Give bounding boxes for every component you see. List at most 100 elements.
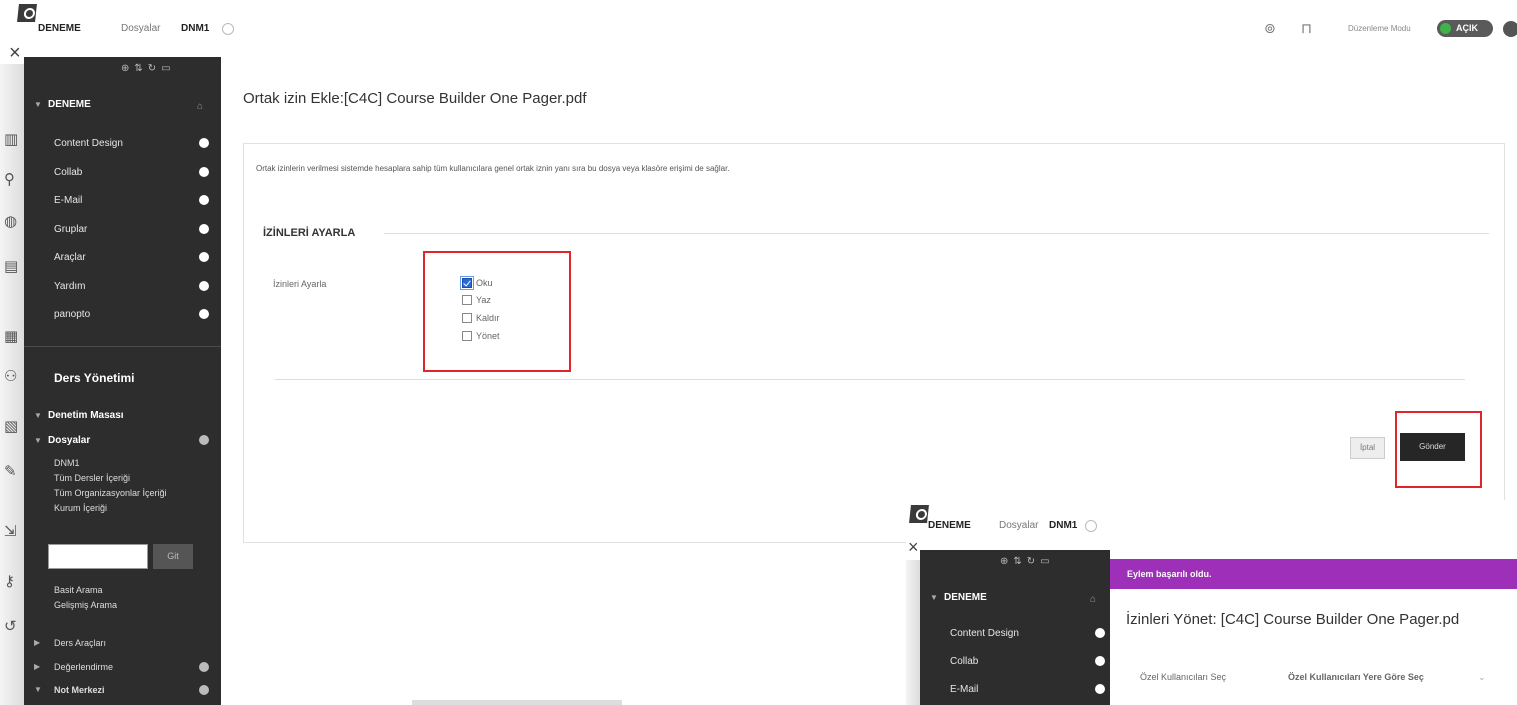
notes-icon[interactable]: ▧ xyxy=(4,419,18,435)
visibility-dot-icon[interactable] xyxy=(199,167,209,177)
visibility-dot-icon[interactable] xyxy=(199,252,209,262)
advanced-search-link[interactable]: Gelişmiş Arama xyxy=(54,600,117,610)
user-icon[interactable]: ⚇ xyxy=(4,369,17,385)
collapse-icon: ▼ xyxy=(930,593,938,602)
visibility-dot-icon[interactable] xyxy=(199,281,209,291)
breadcrumb-options-icon[interactable] xyxy=(1085,520,1097,532)
inset-sidebar-item-content-design[interactable]: Content Design xyxy=(950,628,1019,639)
help-icon[interactable] xyxy=(1503,21,1517,37)
visibility-dot-icon[interactable] xyxy=(1095,628,1105,638)
visibility-dot-icon[interactable] xyxy=(199,195,209,205)
left-icon-strip: ▥ ⚲ ◍ ▤ ▦ ⚇ ▧ ✎ ⇲ ⚷ ↺ xyxy=(0,64,24,705)
options-dot-icon[interactable] xyxy=(199,435,209,445)
sidebar-tools-icon[interactable]: ⊕⇅↻▭ xyxy=(1000,556,1055,567)
inset-sidebar-course[interactable]: ▼ DENEME xyxy=(930,592,987,603)
control-panel-label: Denetim Masası xyxy=(48,410,124,421)
form-divider xyxy=(275,379,1465,380)
sidebar-evaluation[interactable]: ▶ Değerlendirme xyxy=(34,662,114,672)
key-icon[interactable]: ⚷ xyxy=(4,574,15,590)
options-dot-icon[interactable] xyxy=(199,685,209,695)
inset-result-screenshot: DENEME Dosyalar DNM1 × ⊕⇅↻▭ ▼ DENEME ⌂ Co… xyxy=(906,500,1517,705)
visibility-dot-icon[interactable] xyxy=(199,138,209,148)
sidebar-course-header[interactable]: ▼ DENEME xyxy=(34,99,91,110)
edit-mode-toggle[interactable]: AÇIK xyxy=(1437,20,1493,37)
home-icon[interactable]: ⌂ xyxy=(197,101,203,112)
sidebar-course-tools[interactable]: ▶ Ders Araçları xyxy=(34,638,106,648)
inset-sidebar-course-title: DENEME xyxy=(944,592,987,603)
files-label: Dosyalar xyxy=(48,435,91,446)
home-icon[interactable]: ⌂ xyxy=(1090,594,1096,605)
edit-icon[interactable]: ✎ xyxy=(4,464,17,480)
section-title: İZİNLERİ AYARLA xyxy=(263,227,356,239)
course-sidebar: ⊕⇅↻▭ ▼ DENEME ⌂ Content Design Collab E-M… xyxy=(24,57,221,705)
success-banner: Eylem başarılı oldu. xyxy=(1110,559,1517,589)
visibility-dot-icon[interactable] xyxy=(1095,656,1105,666)
basic-search-link[interactable]: Basit Arama xyxy=(54,585,103,595)
inset-breadcrumb-files[interactable]: Dosyalar xyxy=(999,520,1038,531)
inset-icon-strip xyxy=(906,560,920,705)
inset-sidebar-item-collab[interactable]: Collab xyxy=(950,656,978,667)
inset-breadcrumb-course[interactable]: DENEME xyxy=(928,520,971,531)
sidebar-item-help[interactable]: Yardım xyxy=(54,281,86,292)
visibility-dot-icon[interactable] xyxy=(1095,684,1105,694)
breadcrumb-files[interactable]: Dosyalar xyxy=(121,23,160,34)
files-sub-dnm1[interactable]: DNM1 xyxy=(54,458,80,468)
breadcrumb-options-icon[interactable] xyxy=(222,23,234,35)
sidebar-control-panel[interactable]: ▼ Denetim Masası xyxy=(34,410,124,421)
breadcrumb-course[interactable]: DENEME xyxy=(38,23,81,34)
calendar-icon[interactable]: ▦ xyxy=(4,329,18,345)
visibility-dot-icon[interactable] xyxy=(199,309,209,319)
document-icon[interactable]: ▤ xyxy=(4,259,18,275)
sidebar-item-groups[interactable]: Gruplar xyxy=(54,224,87,235)
sidebar-item-email[interactable]: E-Mail xyxy=(54,195,82,206)
sidebar-course-title: DENEME xyxy=(48,99,91,110)
collapse-icon: ▼ xyxy=(34,411,42,420)
close-icon[interactable]: × xyxy=(908,538,919,556)
chevron-down-icon[interactable]: ⌄ xyxy=(1478,672,1486,683)
collapse-icon: ▼ xyxy=(34,685,42,694)
cancel-button[interactable]: İptal xyxy=(1350,437,1385,459)
permissions-description: Ortak izinlerin verilmesi sistemde hesap… xyxy=(256,164,730,173)
collapse-icon: ▼ xyxy=(34,100,42,109)
expand-icon: ▶ xyxy=(34,638,41,647)
inset-breadcrumb-current: DNM1 xyxy=(1049,520,1078,531)
lock-icon[interactable]: ⊓ xyxy=(1301,20,1312,37)
files-sub-all-courses[interactable]: Tüm Dersler İçeriği xyxy=(54,473,130,483)
files-sub-all-orgs[interactable]: Tüm Organizasyonlar İçeriği xyxy=(54,488,167,498)
evaluation-label: Değerlendirme xyxy=(54,662,114,672)
student-preview-icon[interactable]: ⊚ xyxy=(1264,20,1276,37)
tab-select-users-by-role[interactable]: Özel Kullanıcıları Yere Göre Seç xyxy=(1288,672,1424,682)
section-divider xyxy=(384,233,1489,234)
options-dot-icon[interactable] xyxy=(199,662,209,672)
visibility-dot-icon[interactable] xyxy=(199,224,209,234)
horizontal-scrollbar[interactable] xyxy=(412,700,622,705)
history-icon[interactable]: ↺ xyxy=(4,619,17,635)
logo-icon xyxy=(17,4,37,22)
grade-center-label: Not Merkezi xyxy=(54,685,105,695)
files-sub-institution[interactable]: Kurum İçeriği xyxy=(54,503,107,513)
success-message: Eylem başarılı oldu. xyxy=(1127,569,1212,579)
inset-sidebar-item-email[interactable]: E-Mail xyxy=(950,684,978,695)
edit-mode-label: Düzenleme Modu xyxy=(1348,24,1411,33)
top-bar: DENEME Dosyalar DNM1 ⊚ ⊓ Düzenleme Modu … xyxy=(0,0,1517,37)
sidebar-item-panopto[interactable]: panopto xyxy=(54,309,90,320)
sidebar-item-content-design[interactable]: Content Design xyxy=(54,138,123,149)
search-go-button[interactable]: Git xyxy=(153,544,193,569)
search-icon[interactable]: ⚲ xyxy=(4,172,15,188)
tab-select-users[interactable]: Özel Kullanıcıları Seç xyxy=(1140,672,1226,682)
sidebar-item-collab[interactable]: Collab xyxy=(54,167,82,178)
institution-icon[interactable]: ▥ xyxy=(4,132,18,148)
globe-icon[interactable]: ◍ xyxy=(4,214,17,230)
sidebar-search-input[interactable] xyxy=(48,544,148,569)
sidebar-tools-icon[interactable]: ⊕⇅↻▭ xyxy=(121,63,176,74)
toggle-knob xyxy=(1440,23,1451,34)
export-icon[interactable]: ⇲ xyxy=(4,524,17,540)
sidebar-grade-center[interactable]: ▼ Not Merkezi xyxy=(34,685,105,695)
expand-icon: ▶ xyxy=(34,662,41,671)
sidebar-item-tools[interactable]: Araçlar xyxy=(54,252,86,263)
logo-icon xyxy=(909,505,929,523)
course-management-title: Ders Yönetimi xyxy=(54,371,135,385)
sidebar-files[interactable]: ▼ Dosyalar xyxy=(34,435,90,446)
close-icon[interactable]: × xyxy=(9,43,21,63)
highlight-box-submit xyxy=(1395,411,1482,488)
